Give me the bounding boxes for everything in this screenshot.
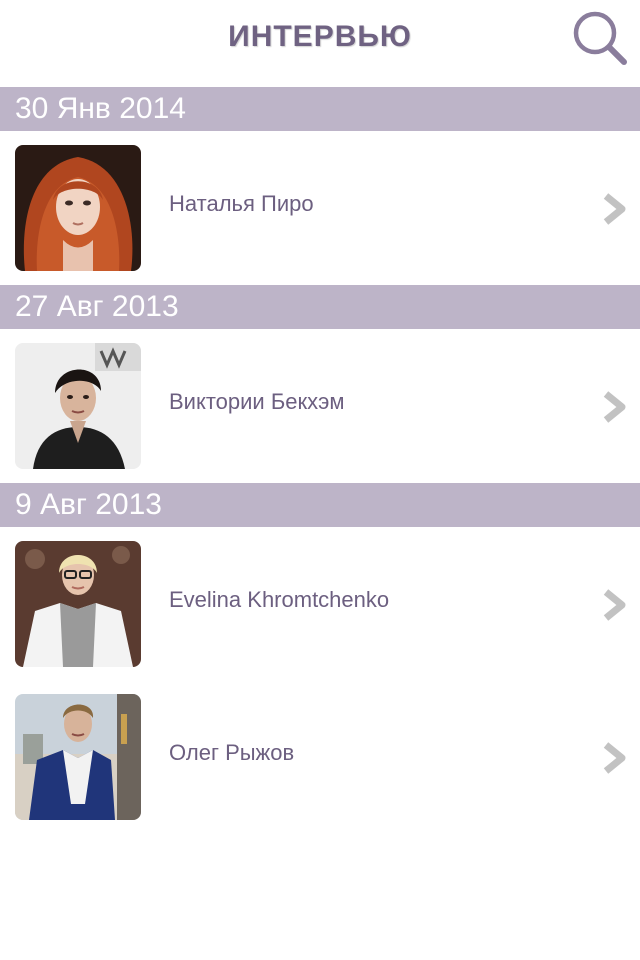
- date-section: 30 Янв 2014 Наталья Пиро: [0, 87, 640, 284]
- search-icon[interactable]: [570, 8, 630, 68]
- section-date-header: 30 Янв 2014: [0, 87, 640, 131]
- chevron-right-icon[interactable]: [600, 390, 630, 424]
- interview-name: Evelina Khromtchenko: [169, 587, 390, 612]
- section-date-header: 27 Авг 2013: [0, 285, 640, 329]
- interview-thumbnail: [15, 343, 141, 469]
- interview-list-item[interactable]: Evelina Khromtchenko: [0, 527, 640, 680]
- interview-thumbnail: [15, 145, 141, 271]
- chevron-right-icon[interactable]: [600, 588, 630, 622]
- chevron-right-icon[interactable]: [600, 741, 630, 775]
- date-section: 9 Авг 2013 Evelina Khromtchenko Олег Рыж…: [0, 483, 640, 833]
- interview-name: Виктории Бекхэм: [169, 389, 345, 414]
- interview-list-item[interactable]: Виктории Бекхэм: [0, 329, 640, 482]
- section-date-header: 9 Авг 2013: [0, 483, 640, 527]
- interview-thumbnail: [15, 541, 141, 667]
- page-title: ИНТЕРВЬЮ: [228, 20, 412, 53]
- interview-list-item[interactable]: Олег Рыжов: [0, 680, 640, 833]
- date-section: 27 Авг 2013 Виктории Бекхэм: [0, 285, 640, 482]
- app-header: ИНТЕРВЬЮ: [0, 0, 640, 86]
- interview-name: Наталья Пиро: [169, 191, 314, 216]
- interview-thumbnail: [15, 694, 141, 820]
- chevron-right-icon[interactable]: [600, 192, 630, 226]
- interview-list-item[interactable]: Наталья Пиро: [0, 131, 640, 284]
- interview-name: Олег Рыжов: [169, 740, 295, 765]
